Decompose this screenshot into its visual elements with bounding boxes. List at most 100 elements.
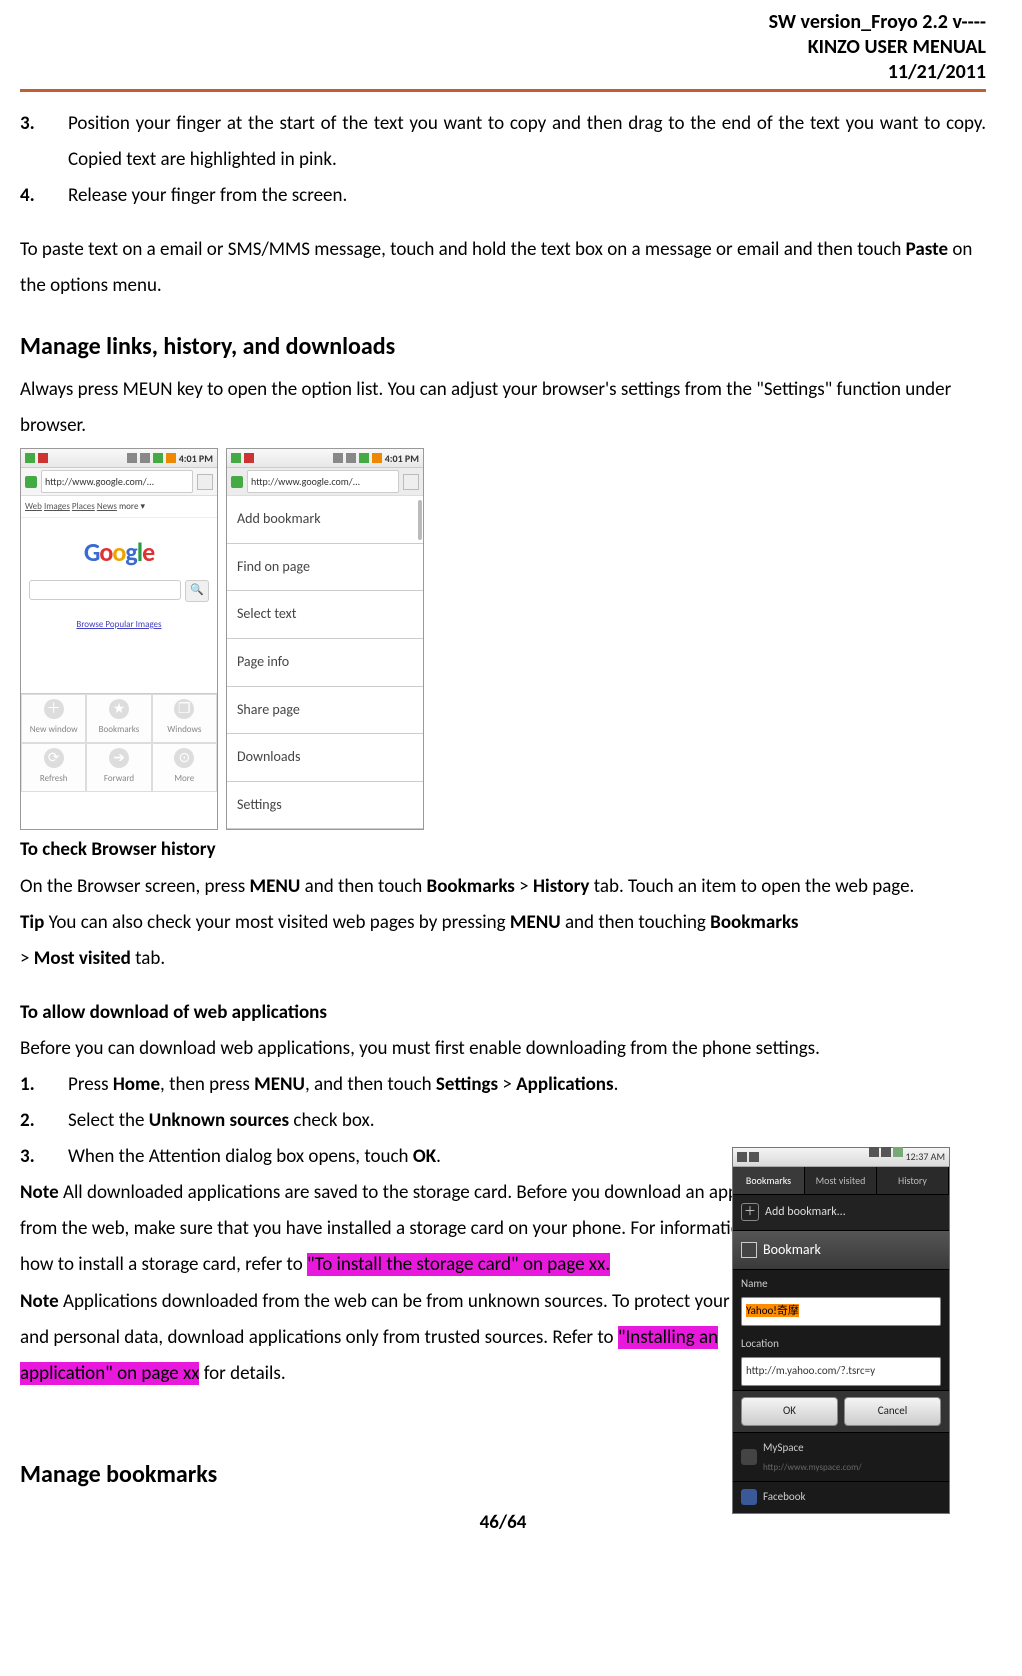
search-button[interactable]: 🔍 [185,580,209,602]
google-nav-links: Web Images Places News more ▾ [21,496,217,518]
tab-most-visited[interactable]: Most visited [805,1167,877,1194]
url-bar[interactable]: http://www.google.com/... [21,468,217,496]
list-num-2: 2. [20,1103,68,1139]
nav-news[interactable]: News [97,501,117,512]
status-icon [244,453,254,463]
status-time: 12:37 AM [905,1147,945,1166]
nav-places[interactable]: Places [72,501,95,512]
menu-item-find-on-page[interactable]: Find on page [227,544,423,592]
screenshots-row: 4:01 PM http://www.google.com/... Web Im… [20,448,986,830]
bookmark-item-facebook[interactable]: Facebook [733,1481,949,1513]
bookmark-icon[interactable] [197,474,213,490]
menu-windows[interactable]: ❐Windows [152,694,217,743]
google-logo: Google [21,518,217,579]
nav-more[interactable]: more ▾ [119,501,145,512]
add-bookmark-row[interactable]: ＋ Add bookmark... [733,1195,949,1231]
menu-item-add-bookmark[interactable]: Add bookmark [227,496,423,544]
url-bar[interactable]: http://www.google.com/... [227,468,423,496]
tab-bookmarks[interactable]: Bookmarks [733,1167,805,1194]
list-num-3b: 3. [20,1139,68,1175]
dl-step-1: Press Home, then press MENU, and then to… [68,1067,618,1103]
list-num-1: 1. [20,1067,68,1103]
status-icon [749,1152,759,1162]
menu-item-select-text[interactable]: Select text [227,591,423,639]
star-icon: ★ [109,699,129,719]
nav-web[interactable]: Web [25,501,42,512]
menu-refresh[interactable]: ⟳Refresh [21,743,86,792]
forward-icon: ➔ [109,748,129,768]
bookmark-item-myspace[interactable]: MySpace http://www.myspace.com/ [733,1432,949,1481]
status-icon [25,453,35,463]
header-line-2: KINZO USER MENUAL [20,35,986,60]
scrollbar-thumb[interactable] [418,500,422,540]
status-bar: 4:01 PM [227,449,423,468]
signal-icon [333,453,343,463]
tab-history[interactable]: History [877,1167,949,1194]
tip-paragraph-2: > Most visited tab. [20,941,986,977]
browser-screenshot-menu-grid: 4:01 PM http://www.google.com/... Web Im… [20,448,218,830]
list-text-4: Release your finger from the screen. [68,178,347,214]
search-input[interactable] [29,580,181,600]
signal-icon [346,453,356,463]
signal-icon [881,1147,891,1157]
menu-bookmarks[interactable]: ★Bookmarks [86,694,151,743]
nav-images[interactable]: Images [44,501,70,512]
url-text: http://www.google.com/... [247,470,399,493]
status-icon [737,1152,747,1162]
heading-allow-download: To allow download of web applications [20,995,986,1031]
menu-new-window[interactable]: ＋New window [21,694,86,743]
header-rule [20,89,986,92]
bookmark-icon [741,1242,757,1258]
download-intro: Before you can download web applications… [20,1031,986,1067]
alarm-icon [372,453,382,463]
dl-step-3: When the Attention dialog box opens, tou… [68,1139,441,1175]
name-field[interactable]: Yahoo!奇摩 [741,1297,941,1326]
site-icon [741,1489,757,1505]
header-line-3: 11/21/2011 [20,60,986,85]
status-bar: 12:37 AM [733,1148,949,1167]
signal-icon [127,453,137,463]
menu-item-share-page[interactable]: Share page [227,687,423,735]
location-field[interactable]: http://m.yahoo.com/?.tsrc=y [741,1357,941,1386]
menu-item-page-info[interactable]: Page info [227,639,423,687]
status-icon [38,453,48,463]
list-num-3: 3. [20,106,68,178]
bookmark-dialog-header: Bookmark [733,1231,949,1271]
battery-icon [893,1147,903,1157]
location-label: Location [733,1330,949,1355]
bookmark-screenshot: 12:37 AM Bookmarks Most visited History … [732,1147,950,1514]
name-label: Name [733,1270,949,1295]
menu-more[interactable]: ⊙More [152,743,217,792]
paste-paragraph: To paste text on a email or SMS/MMS mess… [20,232,986,304]
menu-item-downloads[interactable]: Downloads [227,734,423,782]
more-icon: ⊙ [174,748,194,768]
status-time: 4:01 PM [179,449,213,468]
manage-paragraph: Always press MEUN key to open the option… [20,372,986,444]
history-paragraph: On the Browser screen, press MENU and th… [20,869,986,905]
menu-scroll-area: Add bookmark Find on page Select text Pa… [227,496,423,829]
browser-bottom-menu: ＋New window ★Bookmarks ❐Windows ⟳Refresh… [21,693,217,792]
battery-icon [359,453,369,463]
favicon-icon [231,476,243,488]
plus-icon: ＋ [44,699,64,719]
bookmark-icon[interactable] [403,474,419,490]
menu-forward[interactable]: ➔Forward [86,743,151,792]
ok-button[interactable]: OK [741,1397,838,1426]
list-text-3: Position your finger at the start of the… [68,106,986,178]
menu-item-settings[interactable]: Settings [227,782,423,830]
dl-step-2: Select the Unknown sources check box. [68,1103,375,1139]
page-header: SW version_Froyo 2.2 v---- KINZO USER ME… [20,10,986,85]
alarm-icon [166,453,176,463]
heading-check-history: To check Browser history [20,832,986,868]
signal-icon [140,453,150,463]
site-icon [741,1449,757,1465]
signal-icon [869,1147,879,1157]
browse-popular-link[interactable]: Browse Popular Images [21,608,217,693]
bookmark-tabs: Bookmarks Most visited History [733,1167,949,1195]
cancel-button[interactable]: Cancel [844,1397,941,1426]
tip-paragraph: Tip You can also check your most visited… [20,905,986,941]
header-line-1: SW version_Froyo 2.2 v---- [20,10,986,35]
refresh-icon: ⟳ [44,748,64,768]
status-icon [231,453,241,463]
notes-block: Note All downloaded applications are sav… [20,1175,800,1392]
